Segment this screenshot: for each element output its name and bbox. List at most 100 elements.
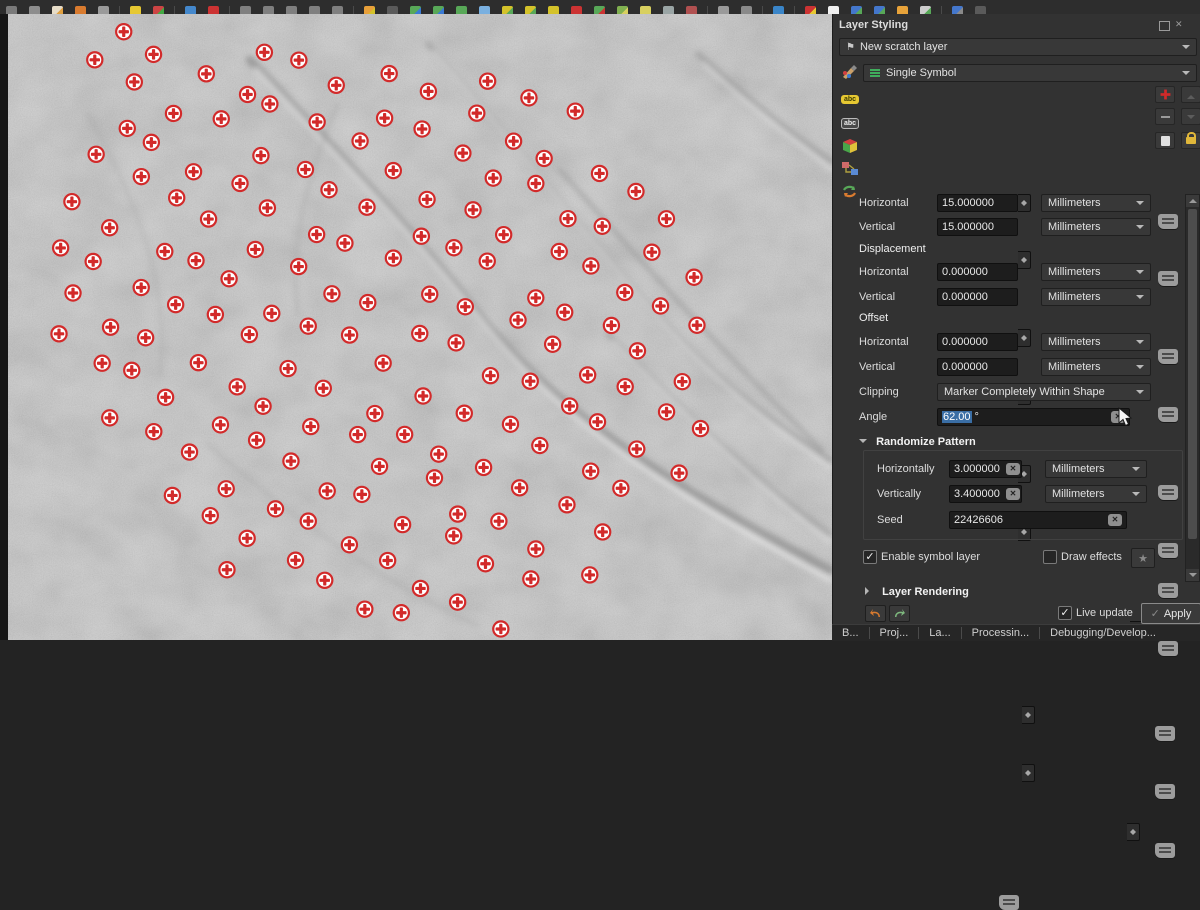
layer-selector-value: New scratch layer [860, 41, 947, 53]
row-label: Vertical [859, 221, 895, 233]
expand-icon [865, 587, 873, 595]
enable-symbol-layer-label: Enable symbol layer [881, 551, 980, 563]
symbology-paintbrush-icon[interactable] [841, 64, 859, 80]
data-defined-override-button[interactable] [1158, 583, 1178, 598]
minus-icon [1161, 116, 1170, 118]
unit-combo[interactable]: Millimeters [1041, 218, 1151, 236]
view-3d-cube-icon[interactable] [841, 138, 859, 158]
dock-tab-processing[interactable]: Processin... [962, 627, 1039, 639]
row-label: Horizontal [859, 266, 909, 278]
callouts-abc-icon[interactable]: abc [841, 116, 859, 132]
history-icon[interactable] [841, 184, 859, 203]
row-label: Vertical [859, 361, 895, 373]
single-symbol-icon [870, 68, 880, 78]
live-update-checkbox[interactable]: ✓ [1058, 606, 1072, 620]
lock-open-icon [1186, 137, 1196, 144]
data-defined-override-button[interactable] [1158, 349, 1178, 364]
distance-vertical-field[interactable]: 15.000000 [937, 218, 1018, 236]
randomize-horizontal-field[interactable]: 3.000000 ✕ [949, 460, 1022, 478]
chevron-down-icon [1136, 270, 1144, 278]
data-defined-override-button[interactable] [1155, 726, 1175, 741]
spinner[interactable] [1022, 706, 1035, 724]
row-label: Horizontal [859, 336, 909, 348]
clear-value-icon[interactable]: ✕ [1006, 463, 1020, 475]
offset-horizontal-field[interactable]: 0.000000 [937, 333, 1018, 351]
chevron-down-icon [1132, 467, 1140, 475]
settings-scrollbar[interactable] [1185, 194, 1200, 582]
map-canvas[interactable] [0, 14, 832, 640]
plus-icon [1160, 90, 1170, 100]
spinner[interactable] [1018, 329, 1031, 347]
undock-panel-icon[interactable] [1159, 21, 1170, 31]
apply-button[interactable]: ✓ Apply [1141, 603, 1200, 624]
add-symbol-layer-button[interactable] [1155, 86, 1175, 103]
diagram-icon[interactable] [841, 160, 859, 180]
angle-value-selected: 62.00 [942, 411, 972, 423]
clear-value-icon[interactable]: ✕ [1108, 514, 1122, 526]
live-update-label: Live update [1076, 607, 1133, 619]
dock-tab-project[interactable]: Proj... [870, 627, 919, 639]
unit-combo[interactable]: Millimeters [1041, 263, 1151, 281]
effects-star-button[interactable]: ★ [1131, 548, 1155, 568]
chevron-down-icon [1182, 45, 1190, 53]
move-down-button[interactable] [1181, 108, 1200, 125]
row-label: Vertically [877, 488, 921, 500]
scrollbar-thumb[interactable] [1188, 209, 1197, 539]
spinner[interactable] [1127, 823, 1140, 841]
chevron-down-icon [1136, 390, 1144, 398]
displacement-vertical-field[interactable]: 0.000000 [937, 288, 1018, 306]
section-offset: Offset [859, 312, 888, 324]
hillshade-raster [8, 14, 832, 640]
unit-combo[interactable]: Millimeters [1045, 485, 1147, 503]
data-defined-override-button[interactable] [1158, 543, 1178, 558]
displacement-horizontal-field[interactable]: 0.000000 [937, 263, 1018, 281]
draw-effects-checkbox[interactable] [1043, 550, 1057, 564]
enable-symbol-layer-checkbox[interactable]: ✓ [863, 550, 877, 564]
layer-rendering-header[interactable]: Layer Rendering [865, 586, 969, 598]
distance-horizontal-field[interactable]: 15.000000 [937, 194, 1018, 212]
data-defined-override-button[interactable] [1155, 843, 1175, 858]
data-defined-override-button[interactable] [1155, 784, 1175, 799]
renderer-selector[interactable]: Single Symbol [863, 64, 1197, 82]
duplicate-symbol-layer-button[interactable] [1155, 132, 1175, 149]
clipping-label: Clipping [859, 386, 899, 398]
undo-style-button[interactable] [865, 605, 886, 622]
unit-combo[interactable]: Millimeters [1045, 460, 1147, 478]
scratch-layer-icon: ⚑ [846, 42, 855, 53]
angle-field[interactable]: 62.00 ° ✕ [937, 408, 1130, 426]
chevron-down-icon [1136, 340, 1144, 348]
spinner[interactable] [1018, 194, 1031, 212]
layer-selector[interactable]: ⚑ New scratch layer [839, 38, 1197, 56]
dock-tab-layers[interactable]: La... [919, 627, 960, 639]
data-defined-override-button[interactable] [1158, 641, 1178, 656]
offset-vertical-field[interactable]: 0.000000 [937, 358, 1018, 376]
dock-tab-browser[interactable]: B... [832, 627, 869, 639]
unit-combo[interactable]: Millimeters [1041, 194, 1151, 212]
redo-style-button[interactable] [889, 605, 910, 622]
remove-symbol-layer-button[interactable] [1155, 108, 1175, 125]
scroll-down-icon[interactable] [1189, 573, 1197, 581]
seed-field[interactable]: 22426606 ✕ [949, 511, 1127, 529]
data-defined-override-button[interactable] [1158, 271, 1178, 286]
clipping-combo[interactable]: Marker Completely Within Shape [937, 383, 1151, 401]
clear-value-icon[interactable]: ✕ [1006, 488, 1020, 500]
unit-combo[interactable]: Millimeters [1041, 288, 1151, 306]
randomize-vertical-field[interactable]: 3.400000 ✕ [949, 485, 1022, 503]
spinner[interactable] [1018, 251, 1031, 269]
move-up-button[interactable] [1181, 86, 1200, 103]
data-defined-override-button[interactable] [1158, 407, 1178, 422]
spinner[interactable] [1022, 764, 1035, 782]
clear-value-icon[interactable]: ✕ [1111, 411, 1125, 423]
unit-combo[interactable]: Millimeters [1041, 333, 1151, 351]
labels-abc-yellow-icon[interactable]: abc [841, 92, 859, 108]
data-defined-override-button[interactable] [999, 895, 1019, 910]
unit-combo[interactable]: Millimeters [1041, 358, 1151, 376]
chevron-down-icon [1136, 295, 1144, 303]
dock-tab-bar: B... Proj... La... Processin... Debuggin… [832, 624, 1200, 641]
dock-tab-debugging[interactable]: Debugging/Develop... [1040, 627, 1166, 639]
data-defined-override-button[interactable] [1158, 214, 1178, 229]
scroll-up-icon[interactable] [1189, 195, 1197, 203]
randomize-pattern-header[interactable]: Randomize Pattern [859, 436, 976, 448]
lock-colors-button[interactable] [1181, 132, 1200, 149]
close-panel-icon[interactable]: ✕ [1175, 19, 1183, 30]
